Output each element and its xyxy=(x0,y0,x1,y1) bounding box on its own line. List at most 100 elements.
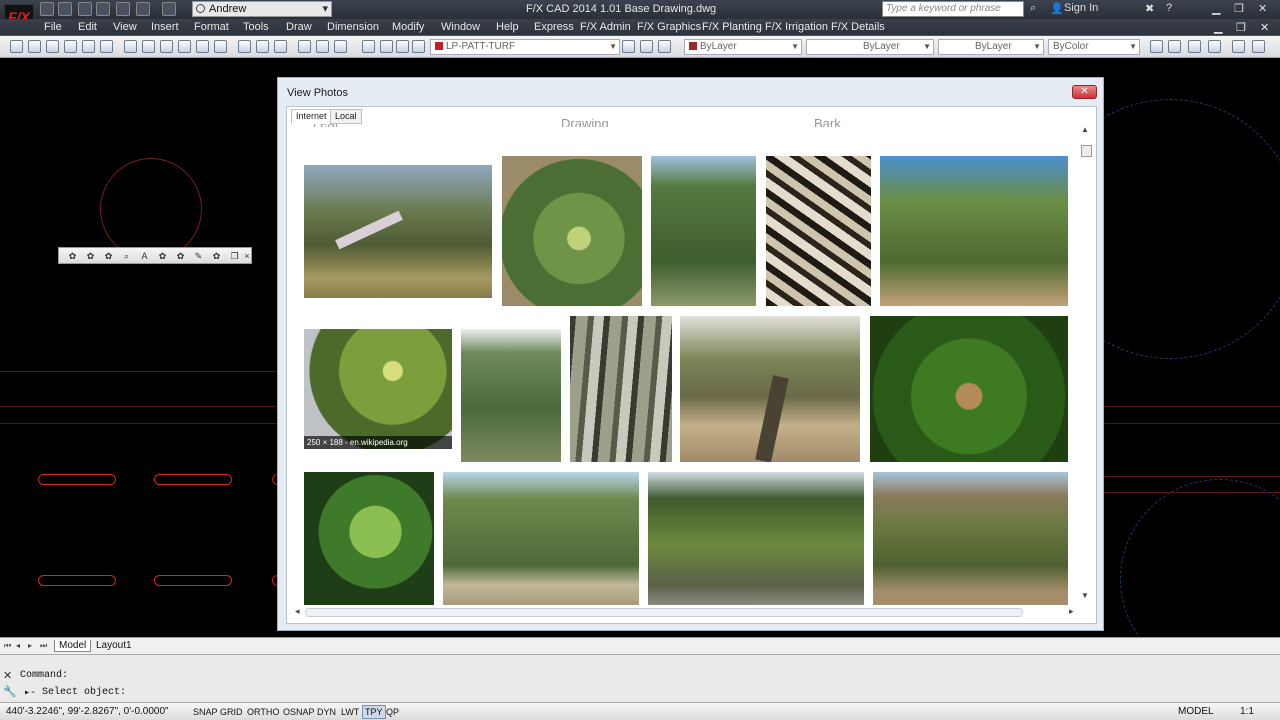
scroll-track[interactable] xyxy=(305,608,1023,617)
redo-icon[interactable] xyxy=(162,2,176,16)
dialog-close-button[interactable]: ✕ xyxy=(1072,85,1097,99)
scroll-up-icon[interactable]: ▲ xyxy=(1081,125,1089,134)
workspace-icon[interactable] xyxy=(1232,40,1245,53)
edit-icon[interactable]: ✎ xyxy=(193,251,204,262)
zoom-icon[interactable] xyxy=(214,40,227,53)
text-icon[interactable]: A xyxy=(139,251,150,262)
photo-oak-hillside[interactable] xyxy=(873,472,1068,605)
close-icon[interactable]: × xyxy=(243,251,251,262)
tab-internet[interactable]: Internet xyxy=(291,109,332,124)
tool-icon[interactable]: ✿ xyxy=(103,251,114,262)
tool-icon[interactable]: ✿ xyxy=(85,251,96,262)
design-center-icon[interactable] xyxy=(316,40,329,53)
sun-icon[interactable] xyxy=(396,40,409,53)
menu-fx-admin[interactable]: F/X Admin xyxy=(580,21,631,33)
lock-icon[interactable] xyxy=(412,40,425,53)
menu-express[interactable]: Express xyxy=(534,21,574,33)
menu-fx-details[interactable]: F/X Details xyxy=(831,21,885,33)
menu-help[interactable]: Help xyxy=(496,21,519,33)
undo-icon[interactable] xyxy=(136,2,150,16)
zoom-previous-icon[interactable] xyxy=(274,40,287,53)
copy-icon[interactable] xyxy=(142,40,155,53)
photo-oak-leaf-cluster[interactable] xyxy=(304,472,434,605)
photo-oak-street-trees[interactable] xyxy=(648,472,864,605)
photo-oak-shrub-tree[interactable] xyxy=(461,329,561,462)
tool-icon[interactable]: ✿ xyxy=(67,251,78,262)
tab-model[interactable]: Model xyxy=(54,640,92,652)
exchange-icon[interactable]: ✖ xyxy=(1145,2,1154,15)
help-icon[interactable]: ? xyxy=(1166,2,1172,14)
pan-icon[interactable] xyxy=(238,40,251,53)
save-as-icon[interactable] xyxy=(96,2,110,16)
search-icon[interactable]: ⌕ xyxy=(121,251,132,262)
first-tab-icon[interactable]: ⏮ xyxy=(4,641,11,651)
minimize-icon[interactable]: ▁ xyxy=(1212,2,1220,15)
dyn-toggle[interactable]: DYN xyxy=(314,705,339,719)
photo-oak-leaves-acorn[interactable] xyxy=(502,156,642,306)
snap-toggle[interactable]: SNAP xyxy=(190,705,221,719)
paste-icon[interactable] xyxy=(160,40,173,53)
menu-file[interactable]: File xyxy=(44,21,62,33)
cut-icon[interactable] xyxy=(124,40,137,53)
new-icon[interactable] xyxy=(10,40,23,53)
workspace-select[interactable]: Andrew ▾ xyxy=(192,1,332,17)
command-input[interactable]: Select object: xyxy=(42,687,126,698)
horizontal-scrollbar[interactable]: ◂ ▸ xyxy=(295,606,1081,620)
tool-icon[interactable]: ✿ xyxy=(211,251,222,262)
layer-previous-icon[interactable] xyxy=(640,40,653,53)
next-tab-icon[interactable]: ▸ xyxy=(28,641,32,650)
zoom-window-icon[interactable] xyxy=(256,40,269,53)
plot-icon[interactable] xyxy=(64,40,77,53)
color-select[interactable]: ByLayer ▼ xyxy=(684,39,802,55)
plotstyle-select[interactable]: ByColor ▼ xyxy=(1048,39,1140,55)
vertical-scrollbar[interactable]: ▲ ▼ xyxy=(1079,123,1094,603)
light-bulb-icon[interactable] xyxy=(380,40,393,53)
qp-toggle[interactable]: QP xyxy=(383,705,402,719)
photo-sprawling-oak-tree[interactable] xyxy=(304,165,492,298)
layer-states-icon[interactable] xyxy=(658,40,671,53)
publish-icon[interactable] xyxy=(100,40,113,53)
menu-tools[interactable]: Tools xyxy=(243,21,269,33)
doc-close-icon[interactable]: ✕ xyxy=(1260,21,1269,34)
last-tab-icon[interactable]: ⏭ xyxy=(40,641,47,651)
help-search-input[interactable]: Type a keyword or phrase xyxy=(882,1,1024,17)
menu-dimension[interactable]: Dimension xyxy=(327,21,379,33)
menu-draw[interactable]: Draw xyxy=(286,21,312,33)
grid-toggle[interactable]: GRID xyxy=(217,705,246,719)
scroll-right-icon[interactable]: ▸ xyxy=(1069,606,1074,617)
linetype-select[interactable]: ByLayer ▼ xyxy=(806,39,934,55)
open-icon[interactable] xyxy=(28,40,41,53)
menu-fx-graphics[interactable]: F/X Graphics xyxy=(637,21,701,33)
match-properties-icon[interactable] xyxy=(178,40,191,53)
tool-palettes-icon[interactable] xyxy=(334,40,347,53)
photo-oak-acorn-branch[interactable]: 250 × 188 - en.wikipedia.org xyxy=(304,329,452,449)
menu-modify[interactable]: Modify xyxy=(392,21,424,33)
sign-in-link[interactable]: Sign In xyxy=(1064,2,1098,14)
menu-edit[interactable]: Edit xyxy=(78,21,97,33)
quick-select-icon[interactable] xyxy=(1188,40,1201,53)
search-icon[interactable]: ⌕ xyxy=(1030,2,1036,15)
photo-oak-forest-trunks[interactable] xyxy=(570,316,672,462)
menu-fx-irrigation[interactable]: F/X Irrigation xyxy=(765,21,828,33)
layer-select[interactable]: LP-PATT-TURF ▼ xyxy=(430,39,620,55)
tab-local[interactable]: Local xyxy=(330,109,362,124)
tool-icon[interactable]: ✿ xyxy=(157,251,168,262)
tpy-toggle[interactable]: TPY xyxy=(362,705,386,719)
new-file-icon[interactable] xyxy=(40,2,54,16)
photo-oak-trail-canopy[interactable] xyxy=(880,156,1068,306)
purge-icon[interactable] xyxy=(1168,40,1181,53)
model-space-indicator[interactable]: MODEL xyxy=(1178,706,1214,717)
doc-minimize-icon[interactable]: ▁ xyxy=(1214,21,1222,34)
osnap-toggle[interactable]: OSNAP xyxy=(280,705,318,719)
save-icon[interactable] xyxy=(78,2,92,16)
photo-round-oak-field[interactable] xyxy=(443,472,639,605)
photo-oak-acorns-closeup[interactable] xyxy=(870,316,1068,462)
close-icon[interactable]: ✕ xyxy=(1258,2,1267,15)
scroll-left-icon[interactable]: ◂ xyxy=(295,606,300,617)
make-current-icon[interactable] xyxy=(622,40,635,53)
menu-insert[interactable]: Insert xyxy=(151,21,179,33)
menu-format[interactable]: Format xyxy=(194,21,229,33)
block-editor-icon[interactable] xyxy=(196,40,209,53)
open-file-icon[interactable] xyxy=(58,2,72,16)
photo-oak-trunk-shade[interactable] xyxy=(680,316,860,462)
